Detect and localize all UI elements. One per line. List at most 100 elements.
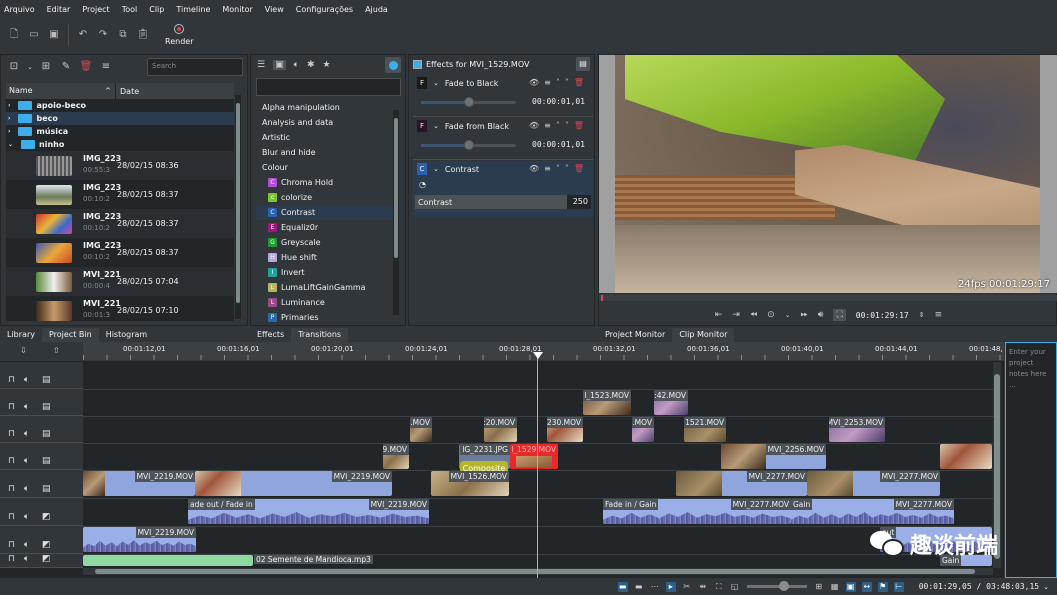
collapse-icon[interactable]: ⌄ — [8, 141, 13, 148]
folder-row[interactable]: › beco — [6, 112, 234, 125]
markers-icon[interactable]: ⚑ — [877, 581, 888, 592]
scrollbar-thumb[interactable] — [394, 118, 398, 258]
fullscreen-icon[interactable]: ⛶ — [833, 309, 846, 321]
contrast-param-slider[interactable]: Contrast 250 — [415, 195, 591, 209]
video-track-icon[interactable]: ▤ — [42, 429, 51, 439]
select-tool-icon[interactable]: ▸ — [665, 581, 676, 592]
category-colour[interactable]: Colour — [256, 160, 394, 175]
add-folder-icon[interactable]: ⊞ — [39, 60, 53, 74]
timeline-clip[interactable]: l_1523.MOV — [583, 390, 631, 415]
category-artistic[interactable]: Artistic — [256, 130, 394, 145]
expand-icon[interactable]: › — [8, 115, 10, 122]
clip-row[interactable]: IMG_223 00:10:2 28/02/15 08:37 — [6, 209, 234, 238]
column-date[interactable]: Date — [116, 87, 139, 96]
video-effects-icon[interactable]: ▣ — [273, 60, 286, 70]
lock-icon[interactable]: ⊓ — [8, 402, 15, 412]
expand-icon[interactable]: › — [8, 128, 10, 135]
zoom-slider-knob[interactable] — [778, 581, 789, 591]
effect-header[interactable]: F ⌄ Fade to Black 👁︎≡˄˅🗑︎ — [413, 75, 593, 91]
timecode-spinner-icon[interactable]: ⇕ — [919, 311, 925, 319]
thumbnails-icon[interactable]: ▦ — [830, 582, 840, 592]
video-preview[interactable] — [615, 55, 1040, 293]
mute-icon[interactable]: 🔈︎ — [24, 554, 29, 564]
scrollbar-thumb[interactable] — [236, 103, 240, 303]
menu-configuracoes[interactable]: Configurações — [296, 5, 353, 14]
duration-slider[interactable] — [421, 97, 516, 107]
menu-arquivo[interactable]: Arquivo — [4, 5, 35, 14]
param-value[interactable]: 250 — [567, 195, 591, 209]
video-track-icon[interactable]: ▤ — [42, 484, 51, 494]
layout-button[interactable]: ▤ — [576, 57, 590, 71]
fit-zoom-icon[interactable]: ⛶ — [714, 582, 724, 592]
menu-clip[interactable]: Clip — [149, 5, 164, 14]
menu-view[interactable]: View — [265, 5, 284, 14]
effect-item[interactable]: E Equaliz0r — [256, 220, 394, 235]
clip-row[interactable]: IMG_223 00:10:2 28/02/15 08:37 — [6, 180, 234, 209]
menu-icon[interactable]: ≡ — [544, 121, 556, 130]
slider-knob[interactable] — [463, 97, 474, 107]
audio-clip[interactable] — [83, 555, 253, 566]
monitor-playhead[interactable] — [601, 295, 603, 301]
lock-icon[interactable]: ⊓ — [8, 484, 15, 494]
save-icon[interactable]: ▣ — [47, 28, 61, 42]
folder-row[interactable]: › música — [6, 125, 234, 138]
effect-item[interactable]: I Invert — [256, 265, 394, 280]
play-icon[interactable]: ⊙ — [767, 310, 775, 320]
audio-track-icon[interactable]: ◩ — [42, 540, 51, 550]
delete-icon[interactable]: 🗑︎ — [574, 164, 589, 173]
audio-clip[interactable]: Fade in / Gain MVI_2277.MOV — [603, 499, 791, 524]
move-up-icon[interactable]: ˄ — [556, 121, 565, 130]
undo-icon[interactable]: ↶ — [76, 28, 90, 42]
favorite-star-icon[interactable]: ★ — [323, 60, 331, 70]
lock-icon[interactable]: ⊓ — [8, 375, 15, 385]
timeline-clip[interactable]: MVI_2277.MOV — [807, 471, 940, 496]
project-notes-textarea[interactable]: Enter your project notes here ... — [1005, 342, 1057, 578]
timeline-playhead[interactable] — [537, 352, 538, 578]
category-analysis-and-data[interactable]: Analysis and data — [256, 115, 394, 130]
monitor-timecode[interactable]: 00:01:29:17 — [856, 311, 909, 320]
menu-ajuda[interactable]: Ajuda — [365, 5, 388, 14]
effect-item[interactable]: c colorize — [256, 190, 394, 205]
audio-thumbs-icon[interactable]: ↔ — [861, 581, 872, 592]
split-audio-icon[interactable]: ⇩ — [20, 346, 27, 355]
timeline-clip[interactable]: MVI_2253.MOV — [829, 417, 885, 442]
new-document-icon[interactable]: 🗋 — [7, 28, 21, 42]
audio-track-icon[interactable]: ◩ — [42, 554, 51, 564]
duration-slider[interactable] — [421, 140, 516, 150]
effect-item[interactable]: L Luminance — [256, 295, 394, 310]
lock-icon[interactable]: ⊓ — [8, 429, 15, 439]
mute-icon[interactable]: 🔈︎ — [24, 429, 29, 439]
forward-icon[interactable]: ⏩︎ — [801, 310, 808, 320]
tab-library[interactable]: Library — [0, 328, 42, 342]
set-zone-out-icon[interactable]: ⇥ — [732, 310, 740, 320]
timeline-clip[interactable]: 1521.MOV — [684, 417, 726, 442]
audio-clip[interactable]: MVI_2219.MOV — [83, 527, 196, 552]
redo-icon[interactable]: ↷ — [96, 28, 110, 42]
monitor-ruler[interactable] — [599, 295, 1057, 301]
tab-histogram[interactable]: Histogram — [98, 328, 155, 342]
eye-icon[interactable]: 👁︎ — [529, 121, 544, 130]
overwrite-mode-icon[interactable]: ▬ — [617, 581, 628, 592]
set-zone-in-icon[interactable]: ⇤ — [715, 310, 723, 320]
mute-icon[interactable]: 🔈︎ — [24, 512, 29, 522]
lift-mode-icon[interactable]: ⋯ — [650, 582, 660, 592]
mute-icon[interactable]: 🔈︎ — [24, 375, 29, 385]
timeline-hscrollbar[interactable] — [83, 568, 993, 575]
duration-value[interactable]: 00:00:01,01 — [532, 140, 585, 149]
keyframe-timer-icon[interactable]: ◔ — [419, 180, 426, 189]
menu-timeline[interactable]: Timeline — [176, 5, 210, 14]
eye-icon[interactable]: 👁︎ — [529, 164, 544, 173]
move-down-icon[interactable]: ˅ — [565, 164, 574, 173]
category-alpha-manipulation[interactable]: Alpha manipulation — [256, 100, 394, 115]
lock-icon[interactable]: ⊓ — [8, 554, 15, 564]
collapse-chevron-icon[interactable]: ⌄ — [433, 79, 439, 87]
timeline-clip[interactable]: :42.MOV — [654, 390, 688, 415]
enable-checkbox[interactable] — [413, 59, 422, 69]
effect-item[interactable]: L LumaLiftGainGamma — [256, 280, 394, 295]
hamburger-menu-icon[interactable]: ≡ — [99, 60, 113, 74]
effects-scrollbar[interactable] — [393, 110, 399, 315]
clip-row[interactable]: MVI_221 00:01:3 28/02/15 07:10 — [6, 296, 234, 321]
effects-search-input[interactable] — [256, 78, 401, 96]
monitor-menu-icon[interactable]: ≡ — [935, 310, 943, 320]
audio-clip[interactable]: ade out / Fade in MVI_2219.MOV — [188, 499, 429, 524]
